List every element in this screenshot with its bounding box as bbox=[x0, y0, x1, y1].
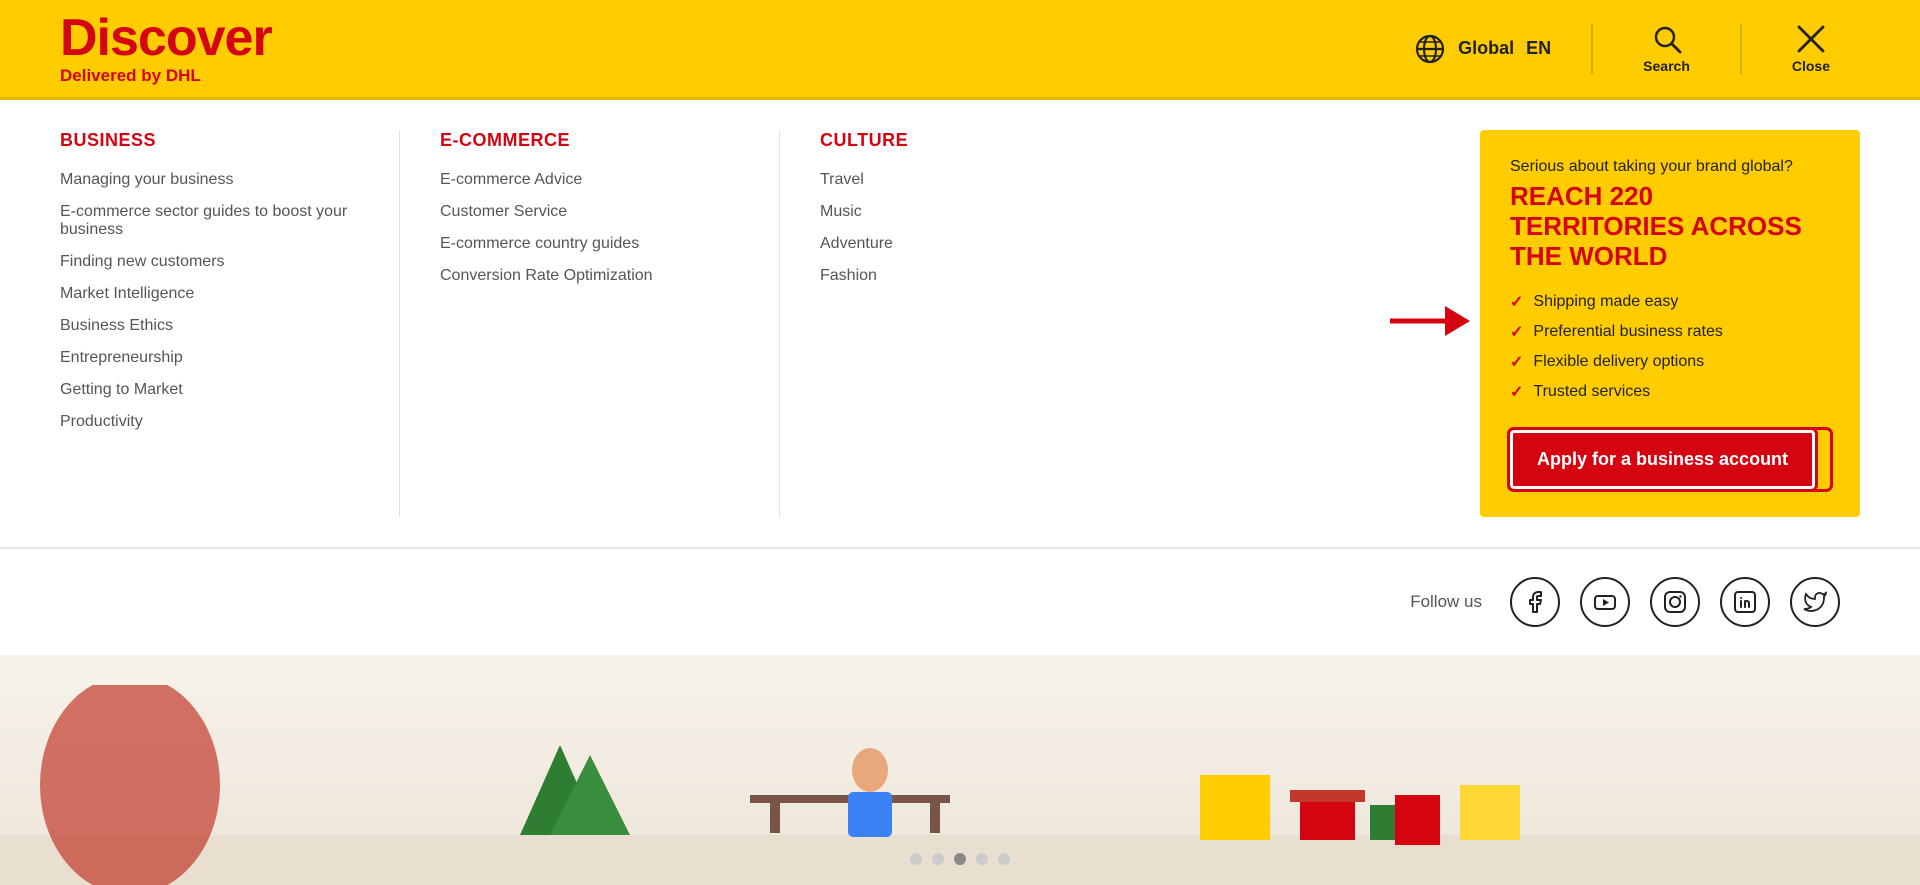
carousel-content bbox=[0, 685, 1920, 885]
promo-section: Serious about taking your brand global? … bbox=[1390, 130, 1860, 517]
ecommerce-list: E-commerce Advice Customer Service E-com… bbox=[440, 171, 739, 285]
promo-box: Serious about taking your brand global? … bbox=[1480, 130, 1860, 517]
list-item[interactable]: Conversion Rate Optimization bbox=[440, 267, 739, 285]
follow-us-bar: Follow us bbox=[0, 548, 1920, 655]
carousel-dot[interactable] bbox=[910, 853, 922, 865]
lang-label: EN bbox=[1526, 38, 1551, 59]
mega-menu: BUSINESS Managing your business E-commer… bbox=[0, 100, 1920, 548]
promo-checklist: ✓Shipping made easy ✓Preferential busine… bbox=[1510, 292, 1830, 402]
search-label: Search bbox=[1643, 58, 1690, 74]
promo-arrow bbox=[1390, 296, 1470, 351]
check-icon: ✓ bbox=[1510, 322, 1523, 342]
carousel-dots bbox=[910, 853, 1010, 865]
ecommerce-heading: E-COMMERCE bbox=[440, 130, 739, 151]
list-item[interactable]: Managing your business bbox=[60, 171, 359, 189]
list-item[interactable]: Music bbox=[820, 203, 1120, 221]
culture-heading: CULTURE bbox=[820, 130, 1120, 151]
carousel-dot-active[interactable] bbox=[954, 853, 966, 865]
facebook-icon[interactable] bbox=[1510, 577, 1560, 627]
check-icon: ✓ bbox=[1510, 382, 1523, 402]
check-icon: ✓ bbox=[1510, 292, 1523, 312]
logo-delivered: Delivered by DHL bbox=[60, 66, 272, 86]
search-button[interactable]: Search bbox=[1591, 24, 1740, 74]
twitter-icon[interactable] bbox=[1790, 577, 1840, 627]
linkedin-icon[interactable] bbox=[1720, 577, 1770, 627]
checklist-item: ✓Trusted services bbox=[1510, 382, 1830, 402]
carousel-dot[interactable] bbox=[998, 853, 1010, 865]
list-item[interactable]: Productivity bbox=[60, 413, 359, 431]
checklist-item: ✓Shipping made easy bbox=[1510, 292, 1830, 312]
close-icon bbox=[1796, 24, 1826, 54]
ecommerce-column: E-COMMERCE E-commerce Advice Customer Se… bbox=[440, 130, 780, 517]
youtube-icon[interactable] bbox=[1580, 577, 1630, 627]
logo: Discover Delivered by DHL bbox=[60, 12, 272, 86]
logo-discover: Discover bbox=[60, 12, 272, 64]
search-icon bbox=[1652, 24, 1682, 54]
list-item[interactable]: Fashion bbox=[820, 267, 1120, 285]
promo-headline: REACH 220 TERRITORIES ACROSS THE WORLD bbox=[1510, 182, 1830, 272]
carousel-strip bbox=[0, 655, 1920, 885]
arrow-right-icon bbox=[1390, 296, 1470, 346]
apply-business-account-button[interactable]: Apply for a business account bbox=[1510, 430, 1815, 489]
list-item[interactable]: E-commerce Advice bbox=[440, 171, 739, 189]
globe-icon bbox=[1414, 33, 1446, 65]
list-item[interactable]: Adventure bbox=[820, 235, 1120, 253]
header-right: Global EN Search Close bbox=[1414, 24, 1880, 74]
instagram-icon[interactable] bbox=[1650, 577, 1700, 627]
list-item[interactable]: Market Intelligence bbox=[60, 285, 359, 303]
culture-column: CULTURE Travel Music Adventure Fashion bbox=[820, 130, 1160, 517]
region-label: Global bbox=[1458, 38, 1514, 59]
list-item[interactable]: Travel bbox=[820, 171, 1120, 189]
list-item[interactable]: Customer Service bbox=[440, 203, 739, 221]
business-list: Managing your business E-commerce sector… bbox=[60, 171, 359, 431]
carousel-dot[interactable] bbox=[932, 853, 944, 865]
carousel-dot[interactable] bbox=[976, 853, 988, 865]
business-column: BUSINESS Managing your business E-commer… bbox=[60, 130, 400, 517]
list-item[interactable]: E-commerce country guides bbox=[440, 235, 739, 253]
close-button[interactable]: Close bbox=[1740, 24, 1880, 74]
locale-selector[interactable]: Global EN bbox=[1414, 33, 1551, 65]
close-label: Close bbox=[1792, 58, 1830, 74]
list-item[interactable]: Entrepreneurship bbox=[60, 349, 359, 367]
business-heading: BUSINESS bbox=[60, 130, 359, 151]
promo-tagline: Serious about taking your brand global? bbox=[1510, 158, 1830, 176]
check-icon: ✓ bbox=[1510, 352, 1523, 372]
list-item[interactable]: E-commerce sector guides to boost your b… bbox=[60, 203, 359, 239]
checklist-item: ✓Flexible delivery options bbox=[1510, 352, 1830, 372]
list-item[interactable]: Business Ethics bbox=[60, 317, 359, 335]
list-item[interactable]: Finding new customers bbox=[60, 253, 359, 271]
checklist-item: ✓Preferential business rates bbox=[1510, 322, 1830, 342]
culture-list: Travel Music Adventure Fashion bbox=[820, 171, 1120, 285]
logo-dhl: DHL bbox=[166, 66, 201, 85]
list-item[interactable]: Getting to Market bbox=[60, 381, 359, 399]
header: Discover Delivered by DHL Global EN Sear… bbox=[0, 0, 1920, 100]
follow-us-label: Follow us bbox=[1410, 592, 1482, 612]
